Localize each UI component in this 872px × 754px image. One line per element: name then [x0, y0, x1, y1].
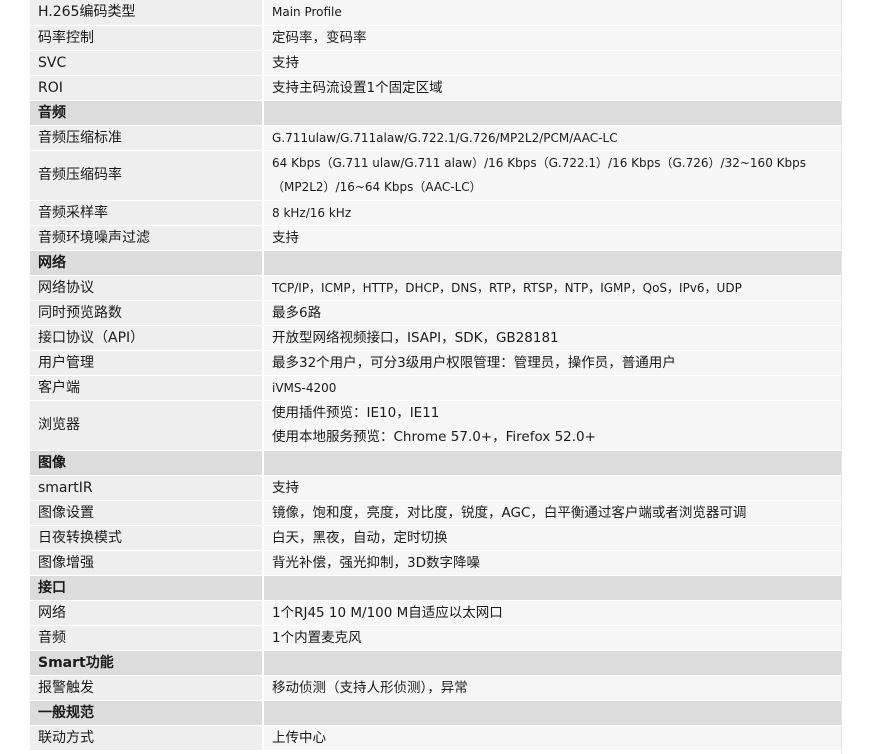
spec-label: 音频采样率	[30, 200, 264, 226]
spec-label: 浏览器	[30, 400, 264, 451]
spec-value: iVMS-4200	[263, 375, 841, 401]
spec-value: Main Profile	[263, 0, 841, 26]
section-header-row: 音频	[30, 100, 841, 126]
spec-value: TCP/IP，ICMP，HTTP，DHCP，DNS，RTP，RTSP，NTP，I…	[263, 275, 841, 301]
spec-row: 接口协议（API） 开放型网络视频接口，ISAPI，SDK，GB28181	[30, 325, 841, 351]
spec-label: 音频压缩标准	[30, 125, 264, 151]
spec-value: 1个RJ45 10 M/100 M自适应以太网口	[263, 600, 841, 626]
section-header-row: 网络	[30, 250, 841, 276]
spec-label: smartIR	[30, 475, 264, 501]
section-header-blank	[263, 575, 841, 601]
spec-row: 网络协议 TCP/IP，ICMP，HTTP，DHCP，DNS，RTP，RTSP，N…	[30, 275, 841, 301]
spec-label: 音频	[30, 625, 264, 651]
spec-row: ROI 支持主码流设置1个固定区域	[30, 75, 841, 101]
section-header-blank	[263, 650, 841, 676]
spec-label: 图像设置	[30, 500, 264, 526]
spec-value-line: （MP2L2）/16~64 Kbps（AAC-LC）	[272, 180, 482, 194]
spec-value: 8 kHz/16 kHz	[263, 200, 841, 226]
spec-value: 支持	[263, 50, 841, 76]
spec-row: 音频压缩码率 64 Kbps（G.711 ulaw/G.711 alaw）/16 …	[30, 150, 841, 201]
spec-value-line: 64 Kbps（G.711 ulaw/G.711 alaw）/16 Kbps（G…	[272, 156, 807, 170]
spec-value: 最多32个用户，可分3级用户权限管理：管理员，操作员，普通用户	[263, 350, 841, 376]
spec-row: H.265编码类型 Main Profile	[30, 0, 841, 26]
spec-value: 上传中心	[263, 725, 841, 751]
spec-label: 用户管理	[30, 350, 264, 376]
spec-value: 开放型网络视频接口，ISAPI，SDK，GB28181	[263, 325, 841, 351]
spec-row: 音频压缩标准 G.711ulaw/G.711alaw/G.722.1/G.726/…	[30, 125, 841, 151]
spec-value: G.711ulaw/G.711alaw/G.722.1/G.726/MP2L2/…	[263, 125, 841, 151]
section-header-row: 图像	[30, 450, 841, 476]
section-title: 一般规范	[30, 700, 264, 726]
section-title: 音频	[30, 100, 264, 126]
spec-row: 联动方式 上传中心	[30, 725, 841, 751]
spec-row: 音频采样率 8 kHz/16 kHz	[30, 200, 841, 226]
spec-row: 客户端 iVMS-4200	[30, 375, 841, 401]
spec-table: H.265编码类型 Main Profile 码率控制 定码率，变码率 SVC 支持 ROI…	[30, 0, 841, 751]
spec-label: 接口协议（API）	[30, 325, 264, 351]
spec-label: 报警触发	[30, 675, 264, 701]
spec-value: 支持	[263, 225, 841, 251]
spec-value: 使用插件预览：IE10，IE11 使用本地服务预览：Chrome 57.0+，Fi…	[263, 400, 841, 451]
spec-row: smartIR 支持	[30, 475, 841, 501]
spec-row: 日夜转换模式 白天，黑夜，自动，定时切换	[30, 525, 841, 551]
spec-label: 码率控制	[30, 25, 264, 51]
spec-label: 客户端	[30, 375, 264, 401]
spec-label: 同时预览路数	[30, 300, 264, 326]
section-header-blank	[263, 450, 841, 476]
spec-label: SVC	[30, 50, 264, 76]
spec-label: 网络	[30, 600, 264, 626]
section-header-row: 接口	[30, 575, 841, 601]
section-title: 网络	[30, 250, 264, 276]
spec-row: 报警触发 移动侦测（支持人形侦测），异常	[30, 675, 841, 701]
section-title: Smart功能	[30, 650, 264, 676]
spec-value: 定码率，变码率	[263, 25, 841, 51]
spec-value: 移动侦测（支持人形侦测），异常	[263, 675, 841, 701]
spec-value: 支持	[263, 475, 841, 501]
spec-label: 音频环境噪声过滤	[30, 225, 264, 251]
spec-label: 图像增强	[30, 550, 264, 576]
spec-value-line: 使用本地服务预览：Chrome 57.0+，Firefox 52.0+	[272, 429, 596, 445]
spec-value: 背光补偿，强光抑制，3D数字降噪	[263, 550, 841, 576]
spec-row: 浏览器 使用插件预览：IE10，IE11 使用本地服务预览：Chrome 57.0+…	[30, 400, 841, 451]
spec-row: 同时预览路数 最多6路	[30, 300, 841, 326]
section-header-blank	[263, 100, 841, 126]
spec-label: 联动方式	[30, 725, 264, 751]
spec-value-line: 使用插件预览：IE10，IE11	[272, 405, 440, 421]
spec-row: 音频 1个内置麦克风	[30, 625, 841, 651]
page-right-rule	[841, 0, 842, 754]
section-header-row: 一般规范	[30, 700, 841, 726]
section-title: 接口	[30, 575, 264, 601]
section-header-blank	[263, 700, 841, 726]
spec-row: SVC 支持	[30, 50, 841, 76]
spec-label: 网络协议	[30, 275, 264, 301]
spec-value: 64 Kbps（G.711 ulaw/G.711 alaw）/16 Kbps（G…	[263, 150, 841, 201]
spec-row: 图像增强 背光补偿，强光抑制，3D数字降噪	[30, 550, 841, 576]
spec-row: 用户管理 最多32个用户，可分3级用户权限管理：管理员，操作员，普通用户	[30, 350, 841, 376]
spec-value: 镜像，饱和度，亮度，对比度，锐度，AGC，白平衡通过客户端或者浏览器可调	[263, 500, 841, 526]
section-title: 图像	[30, 450, 264, 476]
spec-table-body: H.265编码类型 Main Profile 码率控制 定码率，变码率 SVC 支持 ROI…	[30, 0, 841, 751]
spec-label: 音频压缩码率	[30, 150, 264, 201]
spec-label: ROI	[30, 75, 264, 101]
spec-row: 码率控制 定码率，变码率	[30, 25, 841, 51]
spec-row: 网络 1个RJ45 10 M/100 M自适应以太网口	[30, 600, 841, 626]
spec-row: 图像设置 镜像，饱和度，亮度，对比度，锐度，AGC，白平衡通过客户端或者浏览器可调	[30, 500, 841, 526]
spec-value: 支持主码流设置1个固定区域	[263, 75, 841, 101]
spec-label: 日夜转换模式	[30, 525, 264, 551]
section-header-blank	[263, 250, 841, 276]
spec-value: 最多6路	[263, 300, 841, 326]
spec-value: 1个内置麦克风	[263, 625, 841, 651]
spec-row: 音频环境噪声过滤 支持	[30, 225, 841, 251]
spec-value: 白天，黑夜，自动，定时切换	[263, 525, 841, 551]
spec-label: H.265编码类型	[30, 0, 264, 26]
section-header-row: Smart功能	[30, 650, 841, 676]
